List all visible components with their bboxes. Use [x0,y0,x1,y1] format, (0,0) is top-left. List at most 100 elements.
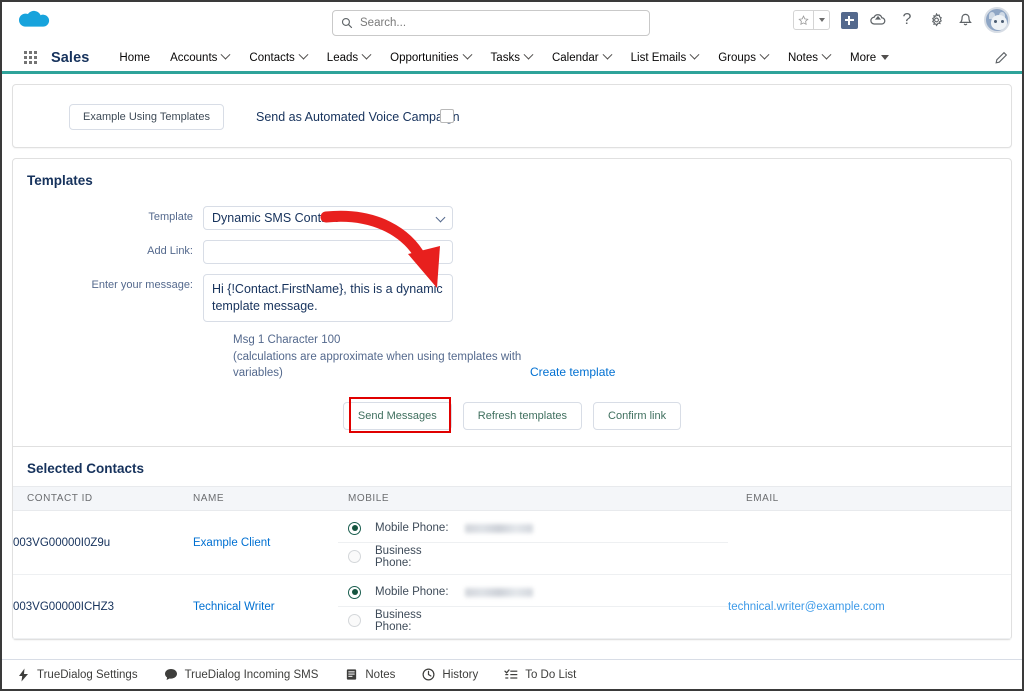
business-phone-radio[interactable] [348,614,361,628]
chevron-down-icon [298,49,309,60]
nav-item-label: Groups [718,51,756,64]
pencil-icon[interactable] [994,51,1008,65]
favorites-dropdown-icon[interactable] [814,11,829,29]
column-name: NAME [193,486,338,512]
utility-item-history[interactable]: History [421,668,478,682]
templates-button-row: Send Messages Refresh templates Confirm … [13,397,1011,446]
nav-item-label: Opportunities [390,51,459,64]
table-row: 003VG00000ICHZ3 Technical Writer Mobile … [13,574,1011,640]
example-using-templates-button[interactable]: Example Using Templates [69,104,224,131]
favorites-star-icon[interactable] [794,11,814,29]
nav-item-label: List Emails [630,51,687,64]
cell-mobile: Mobile Phone: Business Phone: [338,510,728,576]
setup-gear-icon[interactable] [926,10,946,30]
example-card: Example Using Templates Send as Automate… [12,84,1012,148]
utility-item-truedialog-settings[interactable]: TrueDialog Settings [16,668,138,682]
cell-name[interactable]: Technical Writer [193,574,338,640]
templates-section-title: Templates [27,173,93,188]
nav-item-more[interactable]: More [840,43,899,73]
nav-item-notes[interactable]: Notes [778,43,840,73]
column-email: EMAIL [728,486,1011,512]
global-actions-plus-icon[interactable] [839,10,859,30]
utility-item-label: TrueDialog Incoming SMS [184,668,319,681]
nav-item-label: More [850,51,877,64]
business-phone-radio[interactable] [348,550,361,564]
mobile-phone-number-redacted [465,523,533,533]
nav-item-tasks[interactable]: Tasks [481,43,542,73]
mobile-phone-option[interactable]: Mobile Phone: [338,515,728,543]
nav-item-label: Home [119,51,151,64]
voice-campaign-checkbox[interactable] [440,109,454,123]
page-content: Example Using Templates Send as Automate… [2,74,1022,645]
chevron-down-icon [361,49,372,60]
business-phone-option[interactable]: Business Phone: [338,543,728,571]
mobile-phone-label: Mobile Phone: [375,522,449,535]
nav-item-contacts[interactable]: Contacts [239,43,316,73]
search-icon [341,17,353,29]
contacts-table: CONTACT ID NAME MOBILE EMAIL 003VG00000I… [13,486,1011,640]
cell-contact-id: 003VG00000I0Z9u [13,510,193,576]
nav-item-calendar[interactable]: Calendar [542,43,621,73]
utility-bar: TrueDialog Settings TrueDialog Incoming … [2,659,1022,689]
add-link-row: Add Link: [13,240,1011,264]
cell-email[interactable]: technical.writer@example.com [728,574,1011,640]
utility-item-notes[interactable]: Notes [344,668,395,682]
nav-item-label: Tasks [490,51,520,64]
send-messages-button[interactable]: Send Messages [342,402,452,431]
create-template-link[interactable]: Create template [530,365,615,379]
help-icon[interactable]: ? [897,10,917,30]
notes-icon [344,668,358,682]
refresh-templates-button[interactable]: Refresh templates [462,402,583,431]
global-header: ? [2,2,1022,44]
salesforce-cloud-icon[interactable] [16,8,50,34]
utility-item-label: Notes [365,668,396,681]
template-row: Template Dynamic SMS Contact [13,206,1011,230]
chevron-down-icon [689,49,700,60]
global-search[interactable] [332,10,650,36]
business-phone-label: Business Phone: [375,544,422,569]
utility-item-label: TrueDialog Settings [37,668,138,681]
chevron-down-icon [759,49,770,60]
cell-name[interactable]: Example Client [193,510,338,576]
nav-item-opportunities[interactable]: Opportunities [380,43,480,73]
message-label: Enter your message: [91,279,194,291]
mobile-phone-radio[interactable] [348,521,361,535]
template-select[interactable]: Dynamic SMS Contact [203,206,453,230]
selected-contacts-title: Selected Contacts [27,461,145,477]
nav-item-accounts[interactable]: Accounts [160,43,239,73]
nav-item-leads[interactable]: Leads [317,43,380,73]
user-avatar[interactable] [984,7,1010,33]
column-mobile: MOBILE [338,486,728,512]
voice-campaign-label: Send as Automated Voice Campaign [256,110,460,124]
mobile-phone-radio[interactable] [348,585,361,599]
favorites-group[interactable] [793,10,830,30]
char-count-line1: Msg 1 Character 100 [233,334,341,346]
template-label: Template [148,211,193,223]
search-input[interactable] [360,17,641,29]
business-phone-option[interactable]: Business Phone: [338,607,728,635]
mobile-phone-label: Mobile Phone: [375,586,449,599]
chevron-down-icon [523,49,534,60]
service-cloud-icon[interactable] [868,10,888,30]
notifications-bell-icon[interactable] [955,10,975,30]
contacts-table-body: 003VG00000I0Z9u Example Client Mobile Ph… [13,510,1011,640]
mobile-phone-option[interactable]: Mobile Phone: [338,579,728,607]
nav-item-list-emails[interactable]: List Emails [621,43,709,73]
nav-item-home[interactable]: Home [109,43,160,73]
nav-item-groups[interactable]: Groups [708,43,778,73]
cell-email[interactable] [728,510,1011,576]
utility-item-truedialog-incoming-sms[interactable]: TrueDialog Incoming SMS [164,668,319,682]
chevron-down-icon [602,49,613,60]
templates-card: Templates Template Dynamic SMS Contact A… [12,158,1012,641]
confirm-link-button[interactable]: Confirm link [593,402,682,431]
char-count-line2: (calculations are approximate when using… [233,350,522,380]
nav-item-label: Accounts [170,51,218,64]
utility-item-to-do-list[interactable]: To Do List [504,668,576,682]
message-textarea[interactable]: Hi {!Contact.FirstName}, this is a dynam… [203,274,453,322]
chevron-down-icon [821,49,832,60]
templates-form: Template Dynamic SMS Contact Add Link: E… [13,206,1011,382]
app-launcher-icon[interactable] [24,51,37,64]
nav-item-label: Leads [326,51,359,64]
add-link-input[interactable] [203,240,453,264]
template-select-wrap: Dynamic SMS Contact [203,206,453,230]
